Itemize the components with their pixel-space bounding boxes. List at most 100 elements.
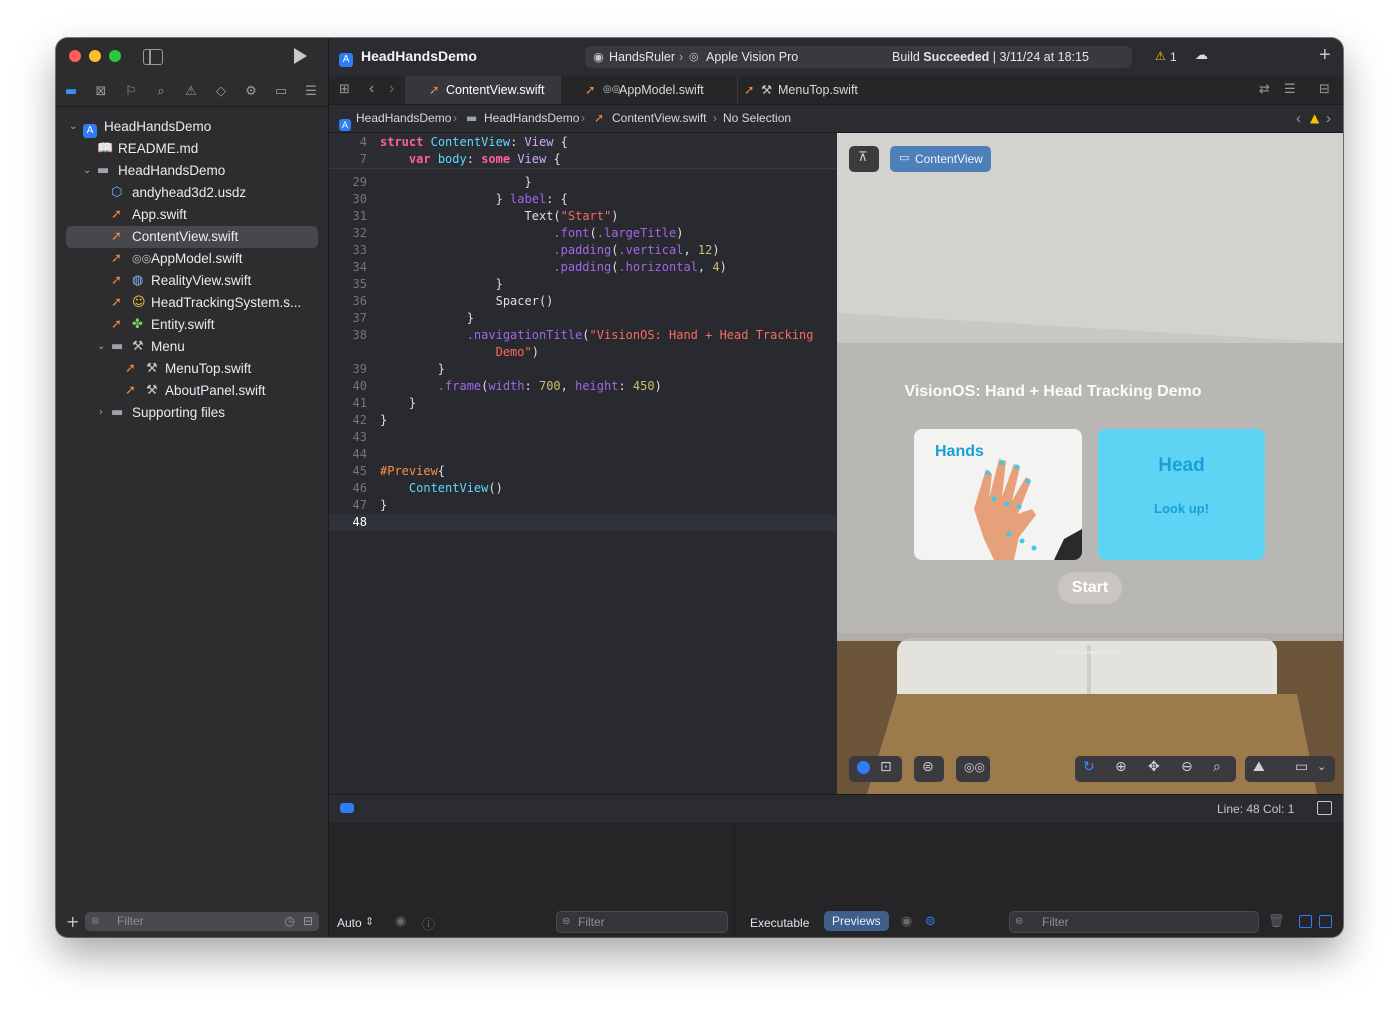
grid-icon[interactable]: ⊞	[339, 82, 350, 97]
search-icon[interactable]: ⌕	[146, 84, 176, 99]
orbit-icon[interactable]: ⊕	[1115, 759, 1127, 775]
trash-icon[interactable]: 🗑	[1268, 914, 1285, 929]
breadcrumb-folder[interactable]: HeadHandsDemo	[484, 105, 579, 132]
selectable-mode-icon[interactable]: ⊡	[880, 759, 892, 775]
debug-area-toggle-icon[interactable]	[340, 803, 354, 813]
sidebar-toggle-icon[interactable]	[143, 49, 163, 65]
breakpoint-icon[interactable]: ▭	[266, 84, 296, 99]
close-window-button[interactable]	[69, 50, 81, 62]
swift-icon: ➚	[111, 207, 122, 222]
live-mode-icon[interactable]	[857, 761, 870, 774]
chevron-down-icon[interactable]: ⌄	[97, 336, 105, 358]
eye-icon[interactable]: ◉	[395, 914, 406, 929]
chevron-updown-icon[interactable]: ⇕	[365, 915, 374, 928]
scheme-status-bar[interactable]: ◉ HandsRuler › ◎ Apple Vision Pro Build …	[585, 46, 1132, 68]
panel-toggle-icon[interactable]	[1317, 801, 1332, 815]
tree-item-readme[interactable]: 📖 README.md	[56, 138, 328, 160]
chevron-down-icon[interactable]: ⌄	[69, 116, 77, 138]
filter-placeholder: Filter	[578, 915, 605, 929]
test-diamond-icon[interactable]: ◇	[206, 84, 236, 99]
eye-icon[interactable]: ◉	[901, 914, 912, 929]
start-button[interactable]: Start	[1058, 572, 1122, 604]
add-icon[interactable]: +	[66, 912, 79, 931]
scm-filter-icon[interactable]: ⊟	[303, 912, 313, 931]
next-issue-icon[interactable]: ›	[1326, 105, 1331, 132]
chevron-down-icon[interactable]: ⌄	[83, 160, 91, 182]
forward-chevron-icon[interactable]: ›	[389, 80, 394, 98]
code-editor[interactable]: 4 struct ContentView: View { 7 var body: …	[329, 133, 836, 794]
mountains-icon[interactable]: ⛰	[1253, 759, 1265, 775]
tree-item-headtracking-swift[interactable]: ➚ ☺ HeadTrackingSystem.s...	[56, 292, 328, 314]
camera-icon[interactable]: ▭	[1295, 759, 1308, 775]
breadcrumb-project[interactable]: HeadHandsDemo	[356, 105, 451, 132]
toggle-icon[interactable]: ⊜	[925, 914, 936, 929]
contentview-chip[interactable]: ▭ ContentView	[890, 146, 991, 172]
line-number: 44	[352, 447, 367, 461]
variables-filter-input[interactable]: ⊜ Filter	[556, 911, 728, 933]
recent-clock-icon[interactable]: ◷	[285, 912, 295, 931]
right-pane-toggle-icon[interactable]	[1319, 915, 1332, 928]
head-card[interactable]: Head Look up!	[1098, 429, 1265, 560]
run-destination[interactable]: Apple Vision Pro	[706, 46, 798, 68]
tab-menutop[interactable]: ➚ ⚒ MenuTop.swift	[737, 76, 898, 104]
previous-issue-icon[interactable]: ‹	[1296, 105, 1301, 132]
tree-item-menu-folder[interactable]: ⌄ ▬ ⚒ Menu	[56, 336, 328, 358]
code-line-current: 48	[329, 514, 836, 531]
auto-scope-select[interactable]: Auto	[337, 916, 362, 930]
tab-contentview[interactable]: ➚ ContentView.swift	[405, 76, 561, 104]
warning-icon[interactable]: ⚠	[1155, 49, 1166, 63]
tree-item-supporting-files[interactable]: › ▬ Supporting files	[56, 402, 328, 424]
zoom-window-button[interactable]	[109, 50, 121, 62]
tree-item-usdz[interactable]: ⬡ andyhead3d2.usdz	[56, 182, 328, 204]
scheme-name[interactable]: HandsRuler	[609, 46, 675, 68]
line-number: 4	[359, 135, 367, 149]
chevron-down-icon[interactable]: ⌄	[1317, 760, 1326, 773]
navigator-filter-input[interactable]: ⊜ Filter ◷ ⊟	[85, 912, 319, 931]
left-pane-toggle-icon[interactable]	[1299, 915, 1312, 928]
run-play-icon[interactable]	[294, 48, 307, 64]
breadcrumb-file[interactable]: ContentView.swift	[612, 105, 707, 132]
tree-item-realityview-swift[interactable]: ➚ ◍ RealityView.swift	[56, 270, 328, 292]
minimize-window-button[interactable]	[89, 50, 101, 62]
editor-options-icon[interactable]: ☰	[1284, 82, 1296, 97]
warning-icon[interactable]: ▲	[1310, 105, 1319, 132]
info-icon[interactable]: ⓘ	[422, 914, 435, 933]
zoom-icon[interactable]: ⌕	[1213, 759, 1221, 775]
chevron-right-icon[interactable]: ›	[99, 402, 103, 424]
cloud-icon[interactable]: ☁	[1195, 48, 1208, 63]
tree-item-project[interactable]: ⌄ A HeadHandsDemo	[56, 116, 328, 138]
preview-canvas[interactable]: ⊼ ▭ ContentView VisionOS: Hand + Head Tr…	[837, 133, 1343, 794]
device-settings-button[interactable]: ◎◎	[956, 756, 990, 782]
dolly-icon[interactable]: ⊖	[1181, 759, 1193, 775]
folder-icon[interactable]: ▬	[56, 84, 86, 99]
bookmark-icon[interactable]: ⚐	[116, 84, 146, 99]
variants-button[interactable]: ⊜	[914, 756, 944, 782]
tree-item-group[interactable]: ⌄ ▬ HeadHandsDemo	[56, 160, 328, 182]
console-filter-input[interactable]: ⊜ Filter	[1009, 911, 1259, 933]
tree-item-contentview-swift[interactable]: ➚ ContentView.swift	[66, 226, 318, 248]
tab-appmodel[interactable]: ➚ ◎◎ AppModel.swift	[569, 76, 737, 104]
tree-item-aboutpanel-swift[interactable]: ➚ ⚒ AboutPanel.swift	[56, 380, 328, 402]
tree-item-appmodel-swift[interactable]: ➚ ◎◎ AppModel.swift	[56, 248, 328, 270]
rotate-icon[interactable]: ↻	[1083, 759, 1095, 775]
debug-spray-icon[interactable]: ⚙	[236, 84, 266, 99]
code-token: }	[495, 192, 511, 206]
executable-tab[interactable]: Executable	[750, 916, 809, 930]
hands-card[interactable]: Hands	[914, 429, 1082, 560]
issue-warning-icon[interactable]: ⚠	[176, 84, 206, 99]
swap-arrows-icon[interactable]: ⇄	[1259, 82, 1270, 97]
source-control-icon[interactable]: ⊠	[86, 84, 116, 99]
report-icon[interactable]: ☰	[296, 84, 326, 99]
code-token: body	[437, 152, 467, 166]
code-line: 40 .frame(width: 700, height: 450)	[329, 378, 662, 395]
previews-tab[interactable]: Previews	[824, 911, 889, 931]
pan-arrows-icon[interactable]: ✥	[1148, 759, 1160, 775]
back-chevron-icon[interactable]: ‹	[369, 80, 374, 98]
tree-item-entity-swift[interactable]: ➚ ✤ Entity.swift	[56, 314, 328, 336]
tree-item-app-swift[interactable]: ➚ App.swift	[56, 204, 328, 226]
split-editor-icon[interactable]: ⊟	[1319, 82, 1330, 97]
tree-item-menutop-swift[interactable]: ➚ ⚒ MenuTop.swift	[56, 358, 328, 380]
pin-preview-button[interactable]: ⊼	[849, 146, 879, 172]
add-icon[interactable]: +	[1319, 44, 1331, 67]
breadcrumb-selection[interactable]: No Selection	[723, 105, 791, 132]
